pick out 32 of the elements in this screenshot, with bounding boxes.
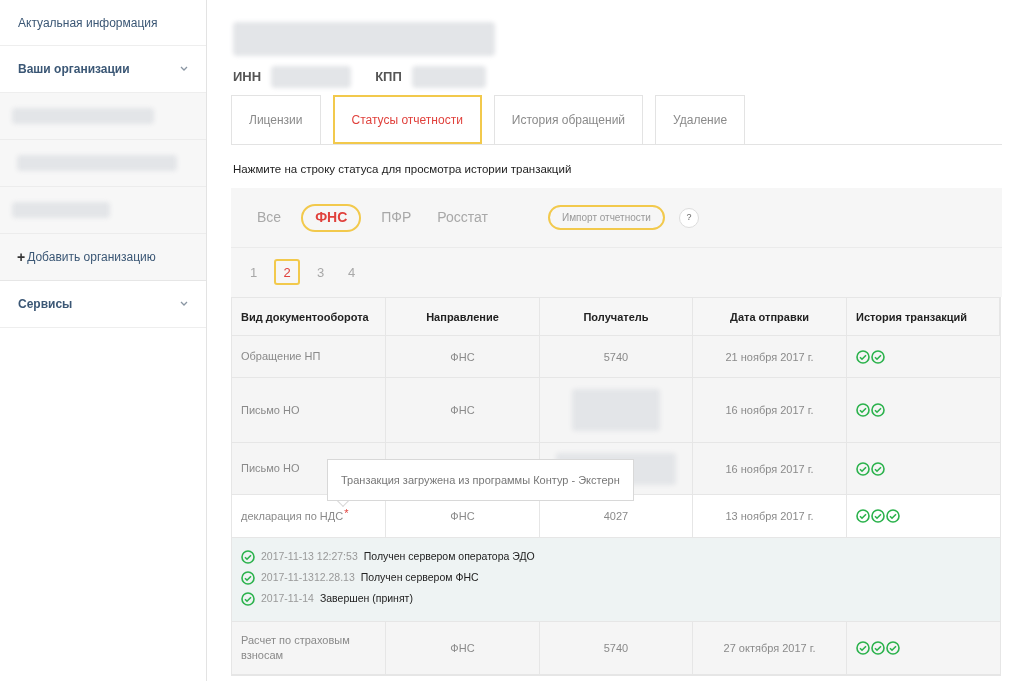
- table-cell: Обращение НП: [241, 349, 321, 365]
- table-cell: Письмо НО: [241, 402, 300, 418]
- table-cell: Письмо НО: [241, 461, 300, 477]
- column-header: Получатель: [540, 298, 693, 336]
- kpp-label: КПП: [375, 68, 402, 87]
- table-cell-text: ФНС: [450, 641, 475, 656]
- history-status: Получен сервером ФНС: [360, 570, 479, 585]
- column-header: Дата отправки: [693, 298, 847, 336]
- table-cell-text: 16 ноября 2017 г.: [725, 461, 814, 477]
- table-cell: декларация по НДС: [241, 508, 344, 524]
- history-status: Завершен (принят): [319, 590, 413, 606]
- inn-label: ИНН: [233, 68, 262, 87]
- table-cell-text: 5740: [603, 349, 629, 365]
- marker: *: [344, 506, 349, 521]
- history-time: 2017-11-1312.28.13: [261, 570, 355, 585]
- column-header: Направление: [386, 298, 540, 336]
- table-cell-text: 5740: [603, 641, 629, 656]
- table-cell-text: 4027: [603, 509, 629, 524]
- table-cell-text: ФНС: [450, 403, 475, 418]
- history-time: 2017-11-13 12:27:53: [261, 549, 358, 565]
- table-cell-text: 16 ноября 2017 г.: [725, 403, 814, 418]
- history-status: Получен сервером оператора ЭДО: [363, 549, 535, 565]
- column-header: Вид документооборота: [232, 298, 386, 336]
- table-cell-text: 27 октября 2017 г.: [723, 641, 816, 656]
- history-time: 2017-11-14: [261, 590, 314, 606]
- column-header: История транзакций: [847, 298, 1000, 336]
- table-cell-text: 13 ноября 2017 г.: [725, 509, 814, 524]
- table-cell-text: 21 ноября 2017 г.: [725, 349, 814, 365]
- table-cell-text: ФНС: [450, 349, 475, 365]
- table-cell-text: Расчет по страховым взносам: [241, 633, 351, 664]
- hint-text: Нажмите на строку статуса для просмотра истории транзакций: [232, 162, 573, 177]
- table-cell-text: ФНС: [450, 509, 475, 524]
